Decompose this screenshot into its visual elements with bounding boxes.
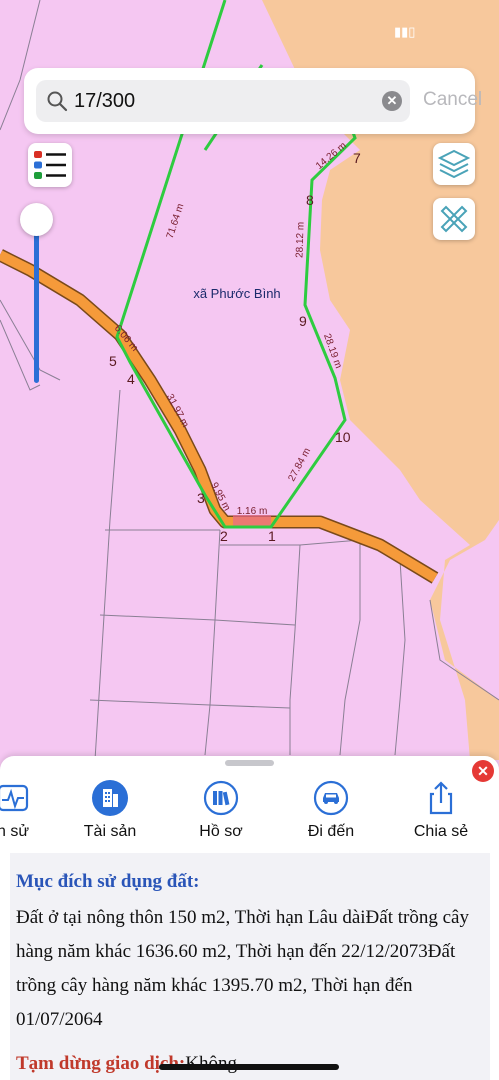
search-icon [47, 91, 68, 112]
legend-icon [34, 151, 66, 179]
share-icon [429, 781, 453, 815]
vertex-label: 10 [335, 429, 351, 445]
cancel-button[interactable]: Cancel [423, 89, 482, 111]
vertex-label: 7 [353, 150, 361, 166]
action-assets[interactable]: Tài sản [65, 780, 155, 842]
legend-button[interactable] [28, 143, 72, 187]
vertex-label: 9 [299, 313, 307, 329]
land-use-heading: Mục đích sử dụng đất: [16, 871, 200, 892]
layers-button[interactable] [433, 143, 475, 185]
search-bar: ✕ Cancel [24, 68, 482, 134]
vertex-label: 5 [109, 353, 117, 369]
action-label: Chia sẻ [413, 823, 469, 840]
books-icon [203, 780, 239, 816]
layers-icon [437, 149, 471, 179]
ruler-icon [440, 205, 468, 233]
land-use-text: Đất ở tại nông thôn 150 m2, Thời hạn Lâu… [16, 907, 469, 1030]
vertex-label: 4 [127, 371, 135, 387]
commune-label: xã Phước Bình [193, 286, 280, 301]
home-indicator[interactable] [159, 1064, 339, 1070]
clear-search-button[interactable]: ✕ [382, 91, 402, 111]
search-field[interactable]: ✕ [36, 80, 410, 122]
action-label: Hồ sơ [199, 823, 243, 840]
vertex-label: 8 [306, 192, 314, 208]
action-records[interactable]: Hồ sơ [176, 780, 266, 842]
action-directions[interactable]: Đi đến [286, 780, 376, 842]
status-cellular-icon: ▮▮▯ [394, 24, 416, 39]
edge-label: 1.16 m [237, 506, 268, 517]
measure-button[interactable] [433, 198, 475, 240]
activity-icon [0, 784, 29, 812]
opacity-slider-thumb[interactable] [20, 203, 53, 236]
building-icon [92, 780, 128, 816]
vertex-label: 2 [220, 528, 228, 544]
opacity-slider-track[interactable] [34, 225, 39, 383]
action-history[interactable]: n sử [0, 780, 58, 842]
action-label: n sử [0, 823, 30, 840]
close-sheet-button[interactable]: ✕ [472, 760, 494, 782]
action-label: Đi đến [307, 823, 355, 840]
action-label: Tài sản [83, 823, 137, 840]
action-share[interactable]: Chia sẻ [396, 780, 486, 842]
search-input[interactable] [74, 87, 344, 115]
parcel-info-panel: Mục đích sử dụng đất: Đất ở tại nông thô… [10, 853, 490, 1080]
vertex-label: 1 [268, 528, 276, 544]
edge-label: 28.12 m [294, 222, 306, 259]
car-icon [313, 780, 349, 816]
vertex-label: 3 [197, 490, 205, 506]
sheet-grabber[interactable] [225, 760, 274, 766]
